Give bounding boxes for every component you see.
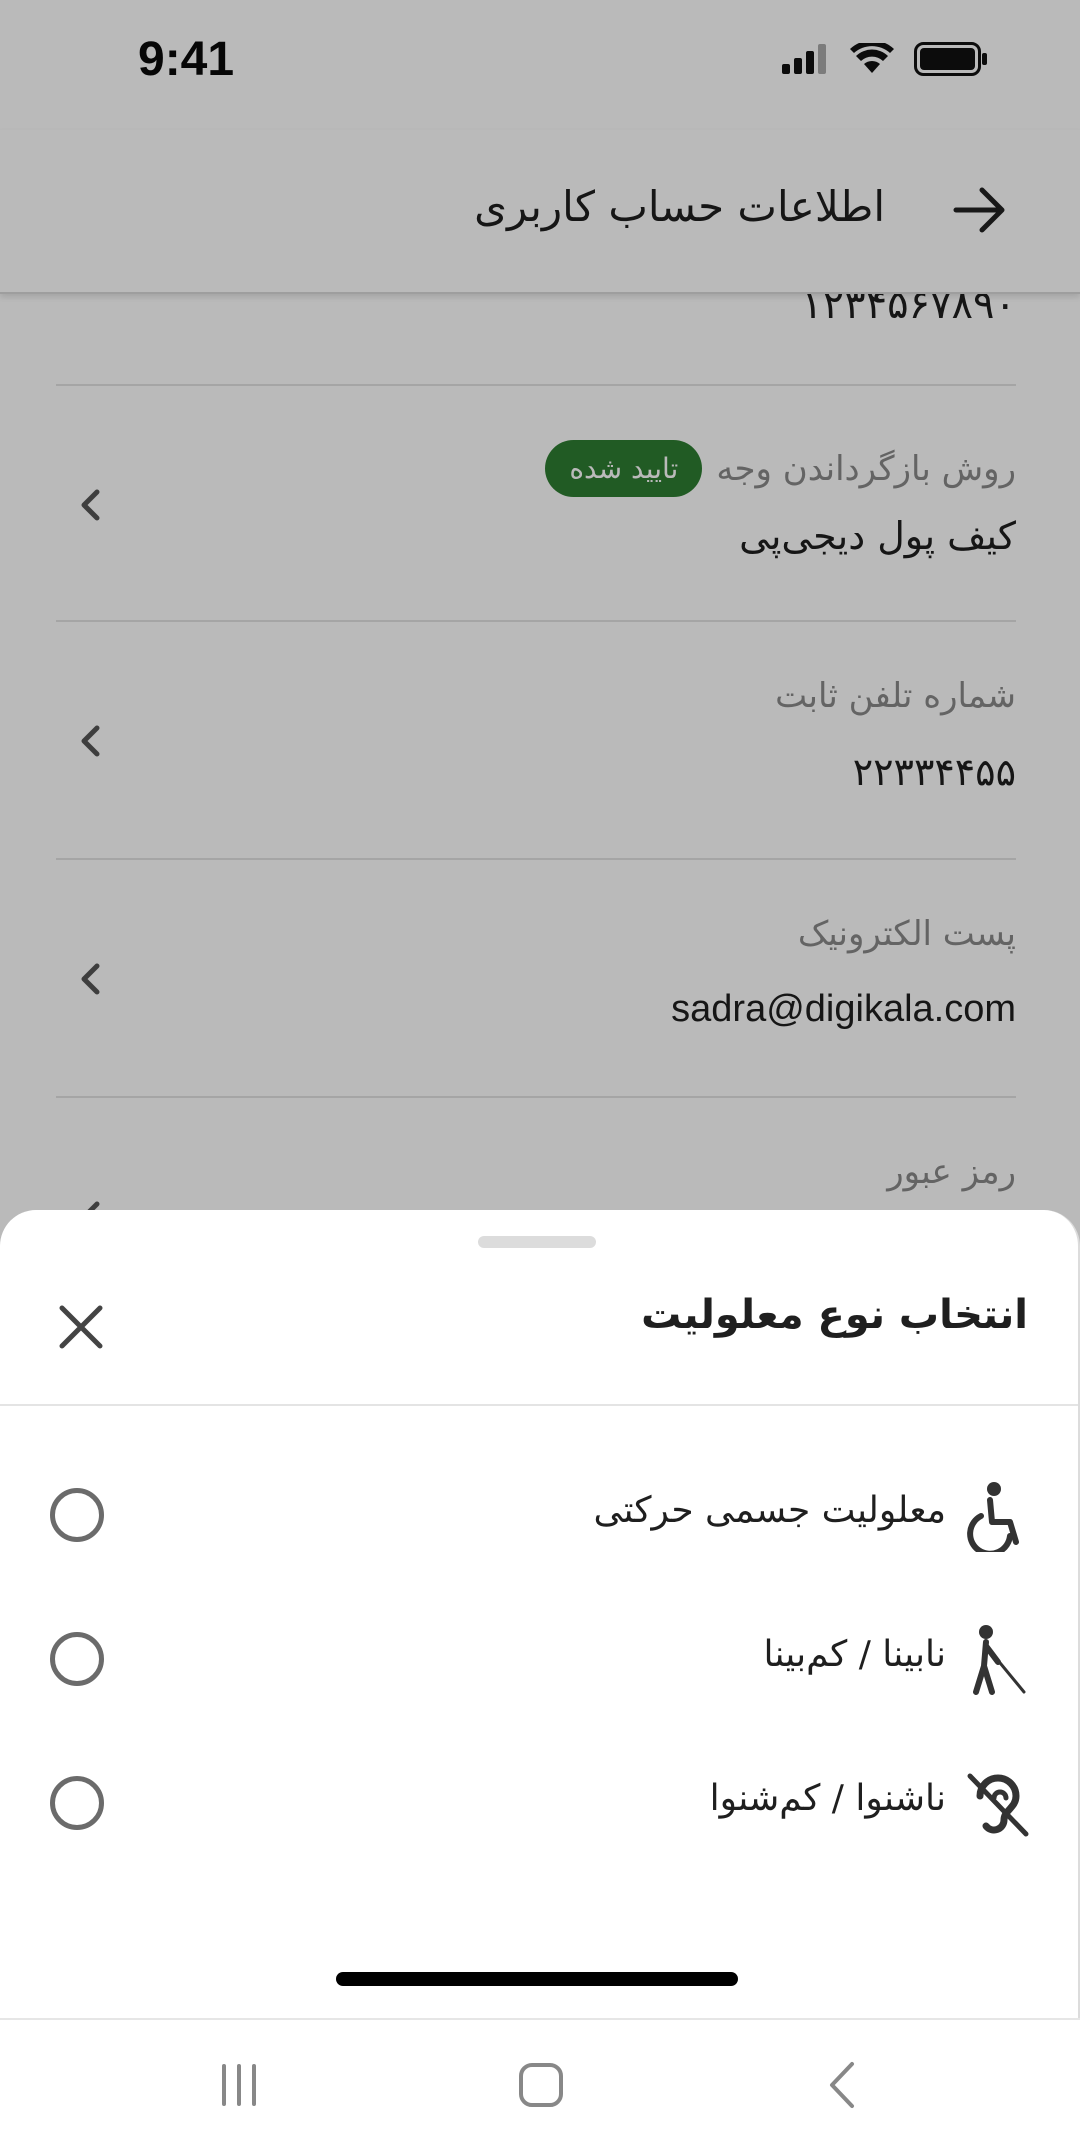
option-label: نابینا / کم‌بینا [763, 1634, 946, 1675]
option-label: معلولیت جسمی حرکتی [593, 1490, 946, 1531]
radio-button[interactable] [50, 1776, 104, 1830]
option-visually-impaired[interactable]: نابینا / کم‌بینا [0, 1590, 1078, 1734]
wheelchair-icon [967, 1482, 1019, 1552]
recent-apps-icon[interactable] [204, 2050, 274, 2120]
sheet-title: انتخاب نوع معلولیت [641, 1292, 1028, 1338]
disability-type-bottom-sheet: انتخاب نوع معلولیت معلولیت جسمی حرکتی نا… [0, 1210, 1080, 2018]
system-nav-bar [0, 2018, 1080, 2150]
hearing-disabled-icon [967, 1773, 1029, 1837]
option-hearing-impaired[interactable]: ناشنوا / کم‌شنوا [0, 1734, 1078, 1878]
option-physical-disability[interactable]: معلولیت جسمی حرکتی [0, 1446, 1078, 1590]
home-indicator [336, 1972, 738, 1986]
home-icon[interactable] [506, 2050, 576, 2120]
divider [0, 1404, 1078, 1406]
radio-button[interactable] [50, 1488, 104, 1542]
blind-person-icon [973, 1625, 1026, 1695]
radio-button[interactable] [50, 1632, 104, 1686]
close-icon[interactable] [50, 1296, 112, 1358]
option-label: ناشنوا / کم‌شنوا [709, 1778, 946, 1819]
back-icon[interactable] [808, 2050, 878, 2120]
drag-handle[interactable] [478, 1236, 596, 1248]
